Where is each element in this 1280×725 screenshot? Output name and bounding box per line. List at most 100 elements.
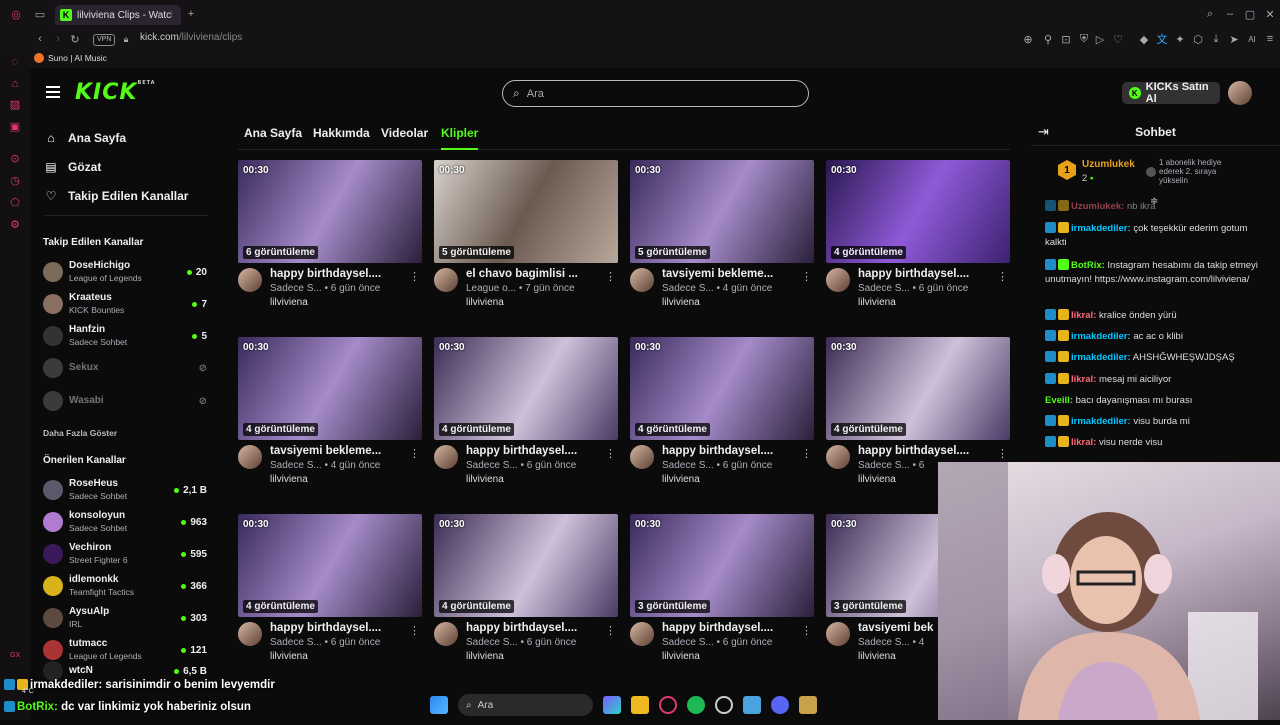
clip-card[interactable]: 00:30 4 görüntüleme tavsiyemi bekleme... Sa… — [238, 337, 422, 499]
clip-title[interactable]: happy birthdaysel.... — [466, 622, 588, 634]
clip-card[interactable]: 00:30 3 görüntüleme happy birthdaysel.... S… — [630, 514, 814, 676]
taskbar-search[interactable]: ⌕ Ara — [458, 694, 593, 716]
user-avatar[interactable] — [1228, 81, 1252, 105]
clip-channel[interactable]: lilviviena — [270, 651, 392, 662]
chat-username[interactable]: Uzumlukek: — [1071, 201, 1124, 212]
clip-thumbnail[interactable]: 00:30 4 görüntüleme — [434, 514, 618, 617]
maximize-icon[interactable]: ▢ — [1242, 6, 1258, 22]
send-icon[interactable]: ➤ — [1226, 31, 1242, 47]
clip-channel[interactable]: lilviviena — [662, 474, 784, 485]
recommended-channel[interactable]: RoseHeus Sadece Sohbet 2,1 B — [43, 474, 207, 506]
clip-channel[interactable]: lilviviena — [270, 297, 392, 308]
clip-title[interactable]: happy birthdaysel.... — [270, 268, 392, 280]
cube-icon[interactable]: ⬡ — [1190, 31, 1206, 47]
clip-channel[interactable]: lilviviena — [466, 474, 588, 485]
clip-thumbnail[interactable]: 00:30 4 görüntüleme — [826, 337, 1010, 440]
chat-username[interactable]: irmakdediler: — [1071, 416, 1131, 427]
clip-thumbnail[interactable]: 00:30 4 görüntüleme — [238, 514, 422, 617]
clip-title[interactable]: happy birthdaysel.... — [466, 445, 588, 457]
tab-clips[interactable]: Klipler — [441, 126, 479, 150]
clip-card[interactable]: 00:30 4 görüntüleme happy birthdaysel.... S… — [826, 160, 1010, 322]
recommended-channel[interactable]: AysuAlp IRL 303 — [43, 602, 207, 634]
chat-username[interactable]: irmakdediler: — [1071, 352, 1131, 363]
tab-about[interactable]: Hakkımda — [313, 126, 370, 140]
puzzle-icon[interactable]: ✦ — [1172, 31, 1188, 47]
clip-card[interactable]: 00:30 4 görüntüleme happy birthdaysel.... S… — [434, 514, 618, 676]
clip-thumbnail[interactable]: 00:30 4 görüntüleme — [826, 160, 1010, 263]
app-lol-icon[interactable] — [799, 696, 817, 714]
sidebar-history-icon[interactable]: ◷ — [7, 172, 23, 188]
snapshot-icon[interactable]: ⊡ — [1058, 31, 1074, 47]
app-diamond-icon[interactable] — [743, 696, 761, 714]
clip-channel-avatar[interactable] — [434, 268, 458, 292]
opera-gx-icon[interactable] — [659, 696, 677, 714]
nav-browse[interactable]: ▤ Gözat — [44, 160, 101, 174]
followed-channel[interactable]: Hanfzin Sadece Sohbet 5 — [43, 320, 207, 352]
kick-logo[interactable]: KICKBETA — [75, 80, 156, 105]
nav-home[interactable]: ⌂ Ana Sayfa — [44, 131, 126, 145]
shield-icon[interactable]: ⛨ — [1076, 31, 1092, 47]
chat-username[interactable]: BotRix: — [1071, 260, 1105, 271]
clip-title[interactable]: happy birthdaysel.... — [662, 622, 784, 634]
minimize-icon[interactable]: – — [1222, 6, 1238, 22]
start-icon[interactable] — [430, 696, 448, 714]
clip-card[interactable]: 00:30 4 görüntüleme happy birthdaysel.... S… — [434, 337, 618, 499]
chat-username[interactable]: likral: — [1071, 374, 1096, 385]
clip-channel-avatar[interactable] — [826, 445, 850, 469]
clip-channel[interactable]: lilviviena — [662, 297, 784, 308]
tab-workspace-icon[interactable]: ▭ — [32, 6, 48, 22]
clip-channel[interactable]: lilviviena — [270, 474, 392, 485]
clip-more-icon[interactable]: ⋮ — [997, 270, 1008, 283]
clip-card[interactable]: 00:30 4 görüntüleme happy birthdaysel.... S… — [238, 514, 422, 676]
clip-channel-avatar[interactable] — [238, 268, 262, 292]
followed-channel[interactable]: Kraateus KICK Bounties 7 — [43, 288, 207, 320]
search-input[interactable]: ⌕ Ara — [502, 80, 809, 107]
forward-icon[interactable]: › — [50, 31, 66, 47]
clip-thumbnail[interactable]: 00:30 4 görüntüleme — [238, 337, 422, 440]
clip-channel-avatar[interactable] — [630, 268, 654, 292]
chat-username[interactable]: Eveill: — [1045, 395, 1073, 406]
heart-outline-icon[interactable]: ♡ — [1110, 31, 1126, 47]
extension-icon[interactable]: ◆ — [1136, 31, 1152, 47]
search-tabs-icon[interactable]: ⌕ — [1202, 6, 1218, 22]
sidebar-bag-icon[interactable]: ⌂ — [7, 76, 23, 92]
clip-thumbnail[interactable]: 00:30 4 görüntüleme — [434, 337, 618, 440]
clip-channel-avatar[interactable] — [434, 445, 458, 469]
hamburger-menu-icon[interactable] — [46, 86, 60, 98]
clip-more-icon[interactable]: ⋮ — [997, 447, 1008, 460]
clip-channel[interactable]: lilviviena — [466, 651, 588, 662]
followed-channel-offline[interactable]: Wasabi ⊘ — [43, 385, 207, 417]
clip-card[interactable]: 00:30 5 görüntüleme el chavo bagimlisi ...… — [434, 160, 618, 322]
clip-title[interactable]: happy birthdaysel.... — [270, 622, 392, 634]
back-icon[interactable]: ‹ — [32, 31, 48, 47]
chat-username[interactable]: irmakdediler: — [1071, 223, 1131, 234]
tab-home[interactable]: Ana Sayfa — [244, 126, 302, 140]
copilot-icon[interactable] — [603, 696, 621, 714]
spotify-icon[interactable] — [687, 696, 705, 714]
sidebar-aria-icon[interactable]: ◌ — [7, 54, 23, 70]
download-icon[interactable]: ⤓ — [1208, 31, 1224, 47]
clip-more-icon[interactable]: ⋮ — [409, 447, 420, 460]
clip-more-icon[interactable]: ⋮ — [801, 270, 812, 283]
tab-videos[interactable]: Videolar — [381, 126, 428, 140]
clip-thumbnail[interactable]: 00:30 6 görüntüleme — [238, 160, 422, 263]
sidebar-twitch-icon[interactable]: ▨ — [7, 96, 23, 112]
followed-channel[interactable]: DoseHichigo League of Legends 20 — [43, 256, 207, 288]
collapse-chat-icon[interactable]: ⇥ — [1038, 124, 1049, 140]
app-circle-icon[interactable] — [715, 696, 733, 714]
clip-title[interactable]: happy birthdaysel.... — [858, 268, 980, 280]
pin-icon[interactable]: ⚲ — [1040, 31, 1056, 47]
bookmark-suno[interactable]: Suno | AI Music — [48, 53, 107, 63]
clip-thumbnail[interactable]: 00:30 5 görüntüleme — [630, 160, 814, 263]
clip-title[interactable]: el chavo bagimlisi ... — [466, 268, 588, 280]
clip-title[interactable]: tavsiyemi bekleme... — [662, 268, 784, 280]
clip-channel-avatar[interactable] — [630, 445, 654, 469]
clip-more-icon[interactable]: ⋮ — [801, 624, 812, 637]
clip-channel-avatar[interactable] — [238, 445, 262, 469]
clip-more-icon[interactable]: ⋮ — [605, 624, 616, 637]
clip-thumbnail[interactable]: 00:30 4 görüntüleme — [630, 337, 814, 440]
reload-icon[interactable]: ↻ — [67, 31, 83, 47]
nav-following[interactable]: ♡ Takip Edilen Kanallar — [44, 189, 189, 203]
play-icon[interactable]: ▷ — [1092, 31, 1108, 47]
chat-username[interactable]: irmakdediler: — [1071, 331, 1131, 342]
